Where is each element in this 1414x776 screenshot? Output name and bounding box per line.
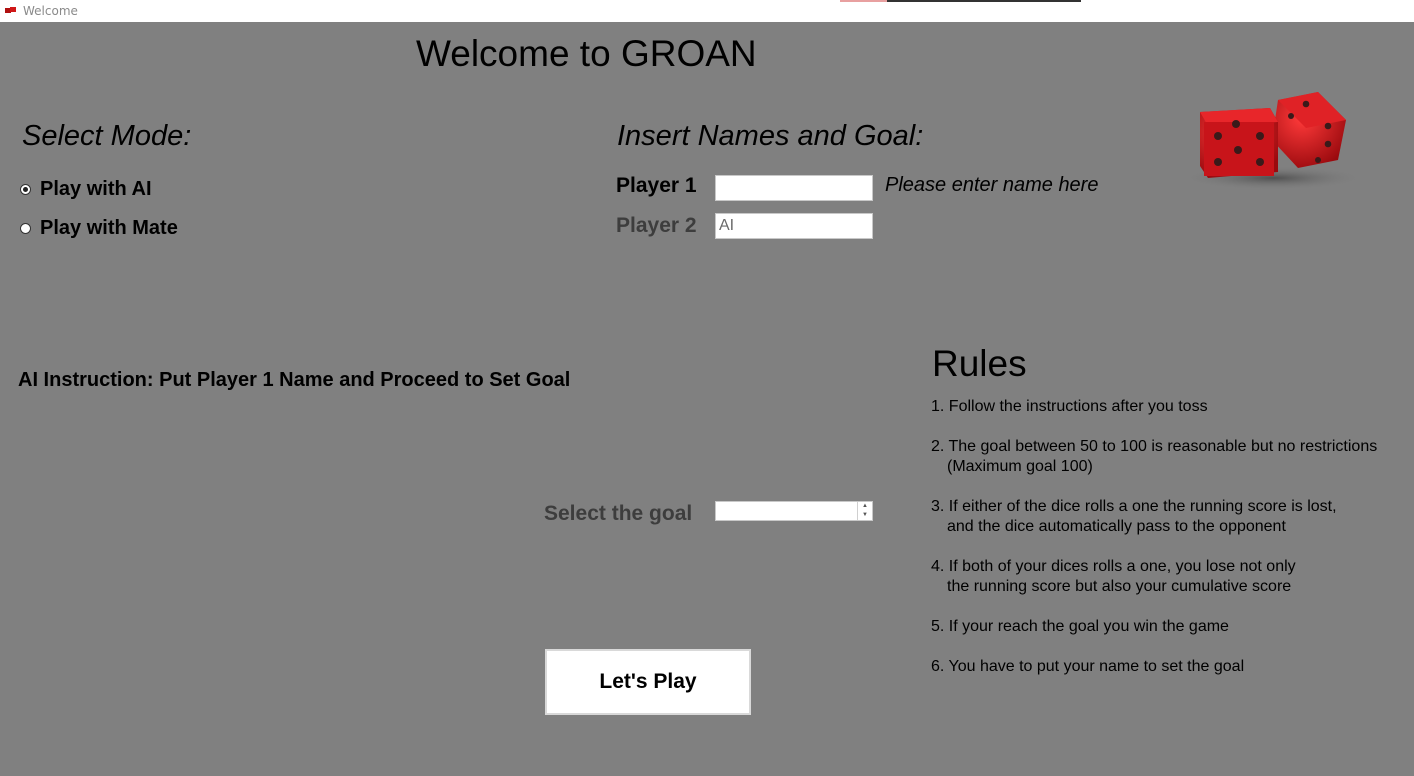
app-dice-icon: [5, 7, 16, 13]
goal-spinner-input[interactable]: ▲ ▼: [715, 501, 873, 521]
mode-label-mate: Play with Mate: [40, 216, 178, 239]
ai-instruction-text: AI Instruction: Put Player 1 Name and Pr…: [18, 369, 571, 391]
rule-line: 1. Follow the instructions after you tos…: [931, 398, 1208, 415]
spinner-down-arrow-icon[interactable]: ▼: [858, 511, 872, 520]
player2-label: Player 2: [616, 214, 697, 237]
rule-line-continued: (Maximum goal 100): [947, 458, 1093, 475]
titlebar-divider: [887, 0, 1081, 2]
page-title: Welcome to GROAN: [416, 33, 757, 74]
rule-line: 5. If your reach the goal you win the ga…: [931, 618, 1229, 635]
radio-button-mate[interactable]: [20, 222, 31, 234]
mode-radio-mate[interactable]: Play with Mate: [20, 216, 178, 240]
rule-item: 4. If both of your dices rolls a one, yo…: [931, 557, 1401, 597]
rule-item: 5. If your reach the goal you win the ga…: [931, 617, 1401, 637]
player1-label: Player 1: [616, 174, 697, 197]
rule-line: 6. You have to put your name to set the …: [931, 658, 1245, 675]
dice-image: [1181, 92, 1365, 190]
radio-button-ai[interactable]: [20, 183, 31, 195]
window-titlebar: Welcome: [0, 0, 1414, 22]
spinner-up-arrow-icon[interactable]: ▲: [858, 502, 872, 511]
goal-label: Select the goal: [544, 502, 693, 525]
rule-line-continued: and the dice automatically pass to the o…: [947, 518, 1286, 535]
rule-line: 2. The goal between 50 to 100 is reasona…: [931, 438, 1378, 455]
rule-item: 3. If either of the dice rolls a one the…: [931, 497, 1401, 537]
select-mode-heading: Select Mode:: [22, 120, 192, 152]
rule-line-continued: the running score but also your cumulati…: [947, 578, 1292, 595]
lets-play-button[interactable]: Let's Play: [545, 649, 751, 715]
mode-label-ai: Play with AI: [40, 177, 152, 200]
rule-item: 2. The goal between 50 to 100 is reasona…: [931, 437, 1401, 477]
player1-name-input[interactable]: [715, 175, 873, 201]
rule-line: 4. If both of your dices rolls a one, yo…: [931, 558, 1296, 575]
window-title: Welcome: [23, 4, 78, 18]
titlebar-divider-accent: [840, 0, 887, 2]
player1-hint: Please enter name here: [885, 174, 1099, 196]
player2-name-input[interactable]: [715, 213, 873, 239]
rule-item: 6. You have to put your name to set the …: [931, 657, 1401, 677]
rule-line: 3. If either of the dice rolls a one the…: [931, 498, 1337, 515]
rule-item: 1. Follow the instructions after you tos…: [931, 397, 1401, 417]
mode-radio-ai[interactable]: Play with AI: [20, 177, 152, 201]
rules-list: 1. Follow the instructions after you tos…: [931, 397, 1401, 697]
rules-title: Rules: [932, 343, 1027, 384]
insert-names-heading: Insert Names and Goal:: [617, 120, 924, 152]
goal-spinner-buttons: ▲ ▼: [857, 502, 872, 520]
